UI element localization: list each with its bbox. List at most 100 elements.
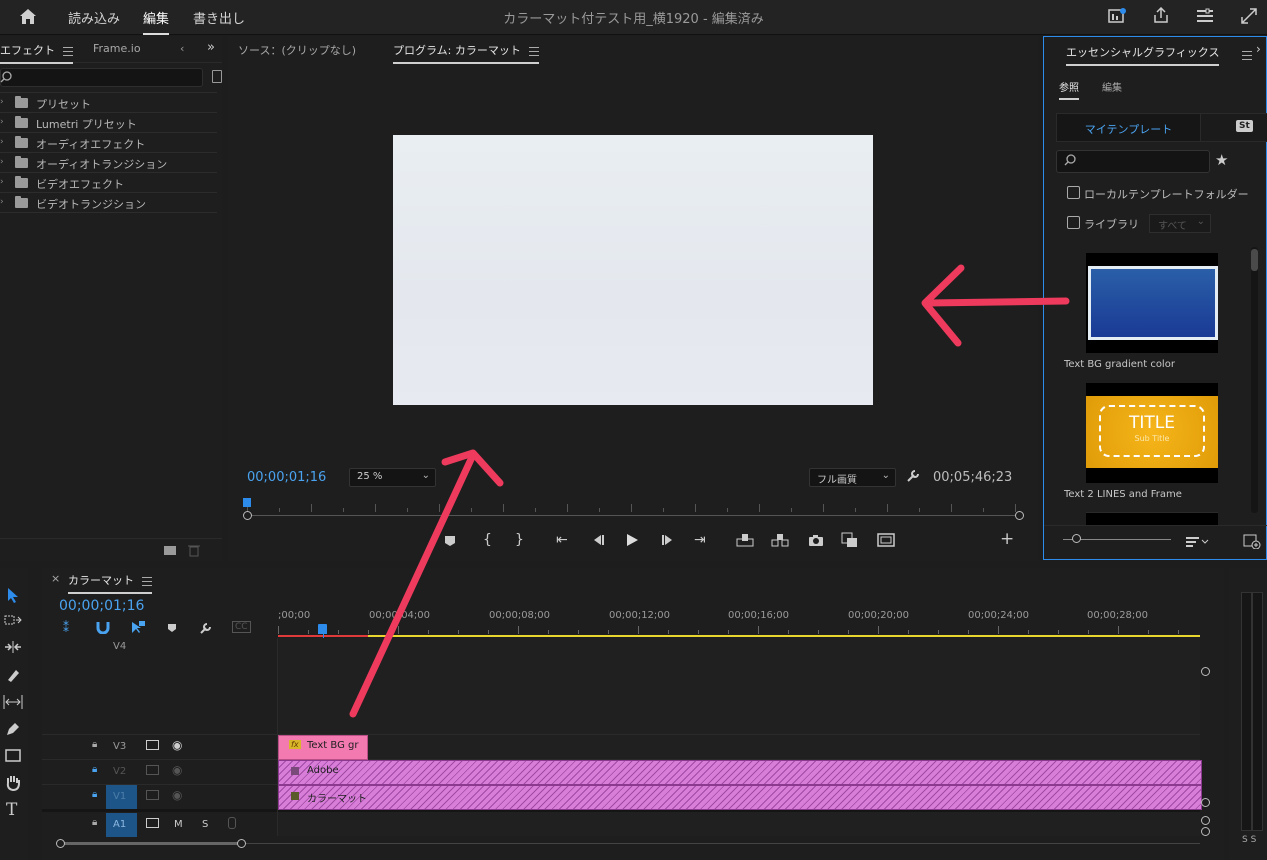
quality-select[interactable]: フル画質 ⌄ <box>809 468 896 487</box>
scrub-start-handle[interactable] <box>243 511 252 520</box>
step-forward-icon[interactable] <box>661 534 675 546</box>
comparison-view-icon[interactable] <box>841 532 859 548</box>
thumb-size-slider[interactable] <box>1063 534 1171 544</box>
new-layer-icon[interactable] <box>1243 534 1261 549</box>
workspaces-icon[interactable] <box>1196 8 1214 24</box>
work-area-bar[interactable] <box>278 635 1200 637</box>
eye-icon[interactable]: ◉ <box>172 788 182 802</box>
menu-icon[interactable] <box>1242 50 1252 60</box>
lock-icon[interactable]: 🔒︎ <box>92 789 97 800</box>
add-marker-icon[interactable] <box>167 623 177 633</box>
effects-search-input[interactable] <box>0 68 203 87</box>
close-sequence-icon[interactable]: × <box>51 572 60 585</box>
sync-lock-icon[interactable] <box>146 790 159 800</box>
playhead-timecode[interactable]: 00;00;01;16 <box>247 470 326 485</box>
quick-export-icon[interactable] <box>1108 8 1126 24</box>
tab-essential-graphics[interactable]: エッセンシャルグラフィックス <box>1066 44 1220 66</box>
ripple-edit-icon[interactable] <box>4 640 22 654</box>
wrench-icon[interactable] <box>905 468 921 484</box>
new-bin-icon[interactable] <box>212 70 222 83</box>
trash-icon[interactable] <box>188 544 200 557</box>
lift-icon[interactable] <box>736 533 754 547</box>
tab-program[interactable]: プログラム: カラーマット <box>393 42 539 64</box>
timeline-settings-icon[interactable] <box>199 621 213 635</box>
tab-frameio[interactable]: Frame.io <box>93 42 141 55</box>
type-tool-icon[interactable]: T <box>6 800 17 820</box>
extract-icon[interactable] <box>771 533 789 547</box>
menu-icon[interactable] <box>528 46 539 56</box>
track-a1-label[interactable]: A1 <box>113 819 126 830</box>
time-ruler[interactable]: ;00;00 00;00;04;00 00;00;08;00 00;00;12;… <box>278 606 1200 638</box>
timeline-timecode[interactable]: 00;00;01;16 <box>59 598 144 614</box>
tab-edit[interactable]: 編集 <box>1102 79 1122 94</box>
tree-item-audio-transitions[interactable]: › オーディオトランジション <box>0 152 217 172</box>
mute-button[interactable]: M <box>174 819 183 830</box>
video-track-zoom-handle[interactable] <box>1201 667 1210 676</box>
chevron-left-icon[interactable]: ‹ <box>180 42 184 55</box>
pen-icon[interactable] <box>5 721 21 737</box>
tab-sequence[interactable]: カラーマット <box>68 572 152 594</box>
template-thumb-partial[interactable] <box>1086 512 1218 525</box>
tree-item-audio-effects[interactable]: › オーディオエフェクト <box>0 132 217 152</box>
audio-track-scroll-handle[interactable] <box>1201 816 1210 825</box>
tab-browse[interactable]: 参照 <box>1059 79 1079 100</box>
hand-icon[interactable] <box>5 774 21 791</box>
clip-v1-color-matte[interactable]: カラーマット <box>278 785 1202 810</box>
template-thumb-gradient[interactable] <box>1086 253 1218 353</box>
sort-icon[interactable] <box>1186 536 1210 548</box>
new-folder-icon[interactable] <box>164 546 176 555</box>
star-icon[interactable]: ★ <box>1215 151 1228 169</box>
go-to-in-icon[interactable]: ⇤ <box>556 533 568 547</box>
track-select-icon[interactable] <box>4 614 22 628</box>
fullscreen-icon[interactable] <box>1241 8 1257 24</box>
eye-icon[interactable]: ◉ <box>172 738 182 752</box>
mark-out-icon[interactable]: } <box>515 533 524 547</box>
tab-source[interactable]: ソース：(クリップなし) <box>238 42 356 58</box>
sync-lock-icon[interactable] <box>146 740 159 750</box>
razor-icon[interactable] <box>5 667 21 683</box>
library-checkbox[interactable] <box>1067 216 1080 229</box>
sync-lock-icon[interactable] <box>146 765 159 775</box>
tree-item-video-transitions[interactable]: › ビデオトランジション <box>0 192 217 213</box>
my-templates-tab[interactable]: マイテンプレート <box>1056 113 1201 142</box>
lock-icon[interactable]: 🔒︎ <box>92 739 97 750</box>
play-icon[interactable] <box>626 533 639 547</box>
step-back-icon[interactable] <box>591 534 605 546</box>
meter-solo-labels[interactable]: S S <box>1242 835 1256 845</box>
track-v1-label[interactable]: V1 <box>113 791 126 802</box>
scrub-playhead[interactable] <box>243 498 251 507</box>
video-track-scroll-handle[interactable] <box>1201 798 1210 807</box>
solo-button[interactable]: S <box>202 819 208 830</box>
template-thumb-title-frame[interactable]: TITLE Sub Title <box>1086 383 1218 483</box>
local-folder-checkbox[interactable] <box>1067 186 1080 199</box>
share-icon[interactable] <box>1153 7 1169 24</box>
tree-item-presets[interactable]: › プリセット <box>0 92 217 112</box>
close-icon[interactable]: › <box>1256 42 1261 56</box>
selection-tool-icon[interactable] <box>6 587 20 603</box>
scrub-end-handle[interactable] <box>1015 511 1024 520</box>
timeline-zoom-bar[interactable] <box>56 838 1200 850</box>
slip-icon[interactable] <box>3 694 23 710</box>
rectangle-tool-icon[interactable] <box>5 749 21 763</box>
scrub-bar[interactable] <box>243 498 1024 520</box>
microphone-icon[interactable] <box>228 817 236 829</box>
button-editor-icon[interactable]: + <box>1000 531 1014 548</box>
eye-icon[interactable]: ◉ <box>172 763 182 777</box>
safe-margins-icon[interactable] <box>877 533 895 547</box>
templates-scrollbar[interactable] <box>1251 247 1258 513</box>
library-select[interactable]: すべて ⌄ <box>1149 214 1211 233</box>
add-marker-icon[interactable] <box>444 535 456 547</box>
go-to-out-icon[interactable]: ⇥ <box>694 533 706 547</box>
zoom-select[interactable]: 25 % ⌄ <box>349 468 436 487</box>
more-panels-icon[interactable]: » <box>207 40 215 55</box>
audio-track-zoom-handle[interactable] <box>1201 827 1210 836</box>
template-search-input[interactable] <box>1056 150 1210 173</box>
sync-lock-icon[interactable] <box>146 818 159 828</box>
camera-icon[interactable] <box>808 534 824 546</box>
lock-icon[interactable]: 🔒︎ <box>92 817 97 828</box>
clip-v3-text-bg[interactable]: fx Text BG gr <box>278 735 368 760</box>
adobe-stock-tab[interactable]: St <box>1200 113 1267 142</box>
timeline-playhead[interactable] <box>318 624 327 634</box>
track-v2-label[interactable]: V2 <box>113 766 126 777</box>
tree-item-lumetri[interactable]: › Lumetri プリセット <box>0 112 217 132</box>
